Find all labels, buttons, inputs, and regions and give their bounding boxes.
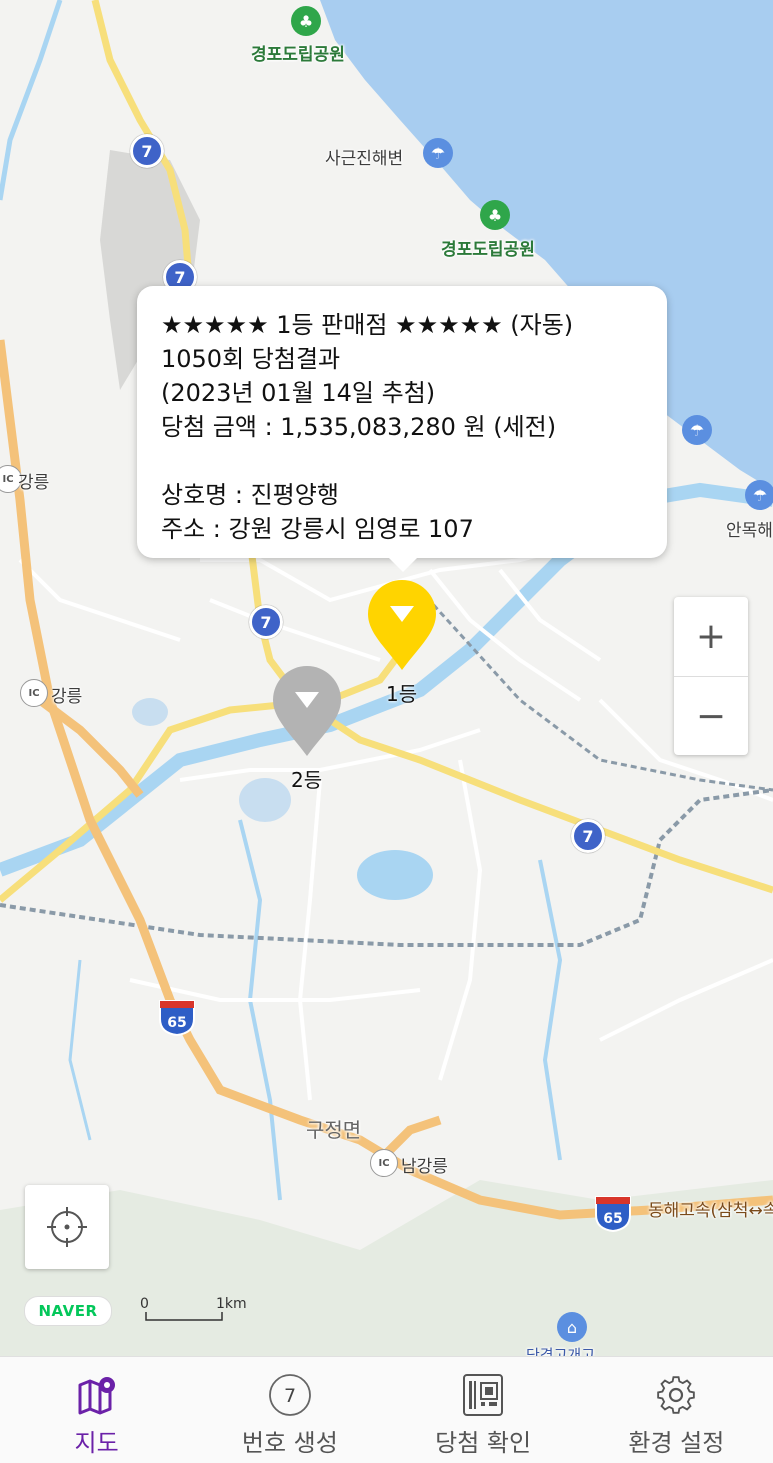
popup-store-name: 상호명 : 진평양행 [161,481,339,509]
park-icon[interactable]: ♣ [291,6,321,36]
nav-label-map: 지도 [74,1429,119,1457]
highway-65-shield: 65 [595,1196,631,1233]
current-location-button[interactable] [25,1185,109,1269]
nav-item-generate[interactable]: 7 번호 생성 [193,1357,386,1463]
first-prize-pin-label: 1등 [386,682,418,706]
route-7-shield: 7 [571,819,605,853]
map-pin-icon [75,1373,119,1417]
route-7-shield: 7 [249,605,283,639]
nav-label-check: 당첨 확인 [435,1429,532,1457]
expressway-label[interactable]: 동해고속(삼척↔속 [648,1196,773,1221]
store-info-popup[interactable]: ★★★★★ 1등 판매점 ★★★★★ (자동) 1050회 당첨결과 (2023… [137,286,667,572]
park-icon[interactable]: ♣ [480,200,510,230]
highway-65-shield: 65 [159,1000,195,1037]
popup-prize-amount: 당첨 금액 : 1,535,083,280 원 (세전) [161,413,557,441]
crosshair-icon [47,1207,87,1247]
zoom-controls: + − [674,597,748,755]
popup-address: 주소 : 강원 강릉시 임영로 107 [161,515,474,543]
ic-label[interactable]: 강릉 [51,682,82,707]
nav-item-settings[interactable]: 환경 설정 [580,1357,773,1463]
route-7-shield: 7 [130,134,164,168]
park-label[interactable]: 경포도립공원 [251,40,345,65]
popup-draw-date: (2023년 01월 14일 추첨) [161,379,436,407]
zoom-in-button[interactable]: + [674,597,748,676]
district-label[interactable]: 구정면 [306,1114,361,1143]
nav-item-map[interactable]: 지도 [0,1357,193,1463]
place-label[interactable]: 안목해 [726,516,773,541]
qr-scan-icon [461,1373,505,1417]
beach-icon[interactable]: ☂ [423,138,453,168]
popup-title: ★★★★★ 1등 판매점 ★★★★★ (자동) [161,311,574,339]
ic-badge: IC [370,1149,398,1177]
nav-item-check[interactable]: 당첨 확인 [387,1357,580,1463]
ic-badge: IC [20,679,48,707]
number-ball-icon: 7 [268,1373,312,1417]
naver-logo[interactable]: NAVER [24,1296,112,1326]
landmark-icon[interactable]: ⌂ [557,1312,587,1342]
park-label[interactable]: 경포도립공원 [441,235,535,260]
second-prize-pin[interactable] [271,664,343,758]
beach-icon[interactable]: ☂ [745,480,773,510]
ic-label[interactable]: 강릉 [18,468,49,493]
bottom-navigation: 지도 7 번호 생성 당첨 확인 환경 설정 [0,1356,773,1463]
svg-text:7: 7 [284,1385,296,1407]
beach-icon[interactable]: ☂ [682,415,712,445]
ic-label[interactable]: 남강릉 [401,1152,448,1177]
beach-label[interactable]: 사근진해변 [325,144,403,169]
second-prize-pin-label: 2등 [291,768,323,792]
first-prize-pin[interactable] [366,578,438,672]
place-label[interactable]: 단경고개고 [526,1344,595,1356]
gear-icon [654,1373,698,1417]
nav-label-settings: 환경 설정 [628,1429,725,1457]
svg-text:65: 65 [603,1211,622,1227]
map-view[interactable]: ♣ 경포도립공원 ☂ 사근진해변 ♣ 경포도립공원 ☂ ☂ 안목해 7 7 7 … [0,0,773,1356]
popup-round: 1050회 당첨결과 [161,345,341,373]
scale-bar [145,1312,223,1321]
popup-spacer [161,444,667,478]
nav-label-generate: 번호 생성 [241,1429,338,1457]
zoom-out-button[interactable]: − [674,677,748,756]
svg-text:65: 65 [167,1015,186,1031]
